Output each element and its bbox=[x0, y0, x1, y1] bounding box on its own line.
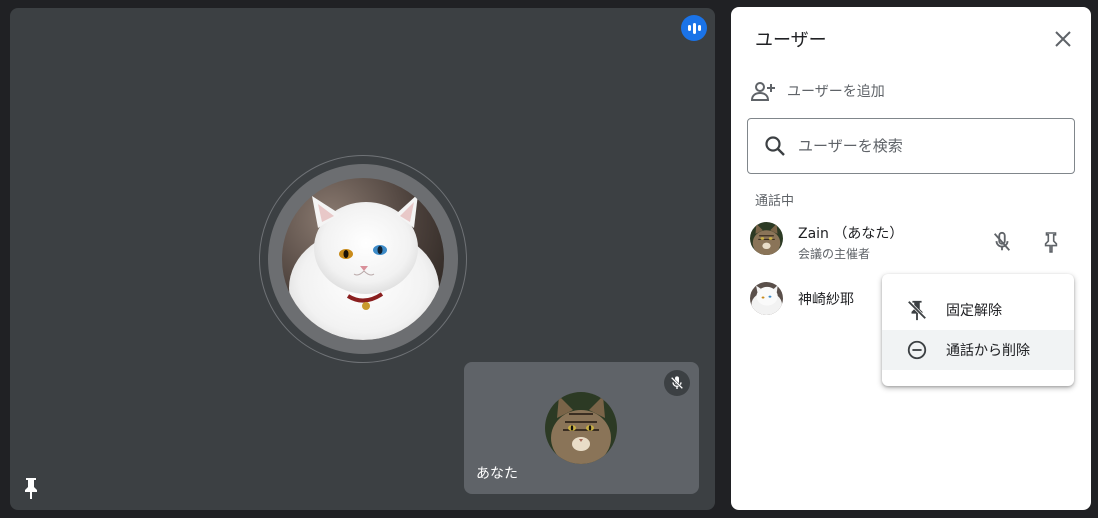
remove-circle-icon bbox=[907, 340, 927, 360]
search-input[interactable] bbox=[798, 137, 1038, 155]
participant-name: 神崎紗耶 bbox=[798, 292, 854, 308]
in-call-section-label: 通話中 bbox=[755, 194, 795, 209]
search-icon bbox=[765, 136, 785, 156]
self-video-tile[interactable]: あなた bbox=[464, 362, 699, 494]
tabby-cat-avatar bbox=[750, 222, 783, 255]
video-grid: あなた bbox=[10, 8, 715, 510]
menu-item-label: 固定解除 bbox=[946, 303, 1002, 319]
participant-options-menu: 固定解除 通話から削除 bbox=[882, 274, 1074, 386]
speaking-indicator-icon bbox=[681, 15, 707, 41]
pin-icon[interactable] bbox=[21, 476, 41, 500]
self-tile-label: あなた bbox=[476, 466, 518, 482]
people-panel: ユーザー ユーザーを追加 通話中 bbox=[731, 7, 1091, 510]
white-persian-cat-avatar bbox=[750, 282, 783, 315]
person-add-icon bbox=[751, 82, 775, 101]
pin-icon[interactable] bbox=[1037, 228, 1065, 256]
menu-item-unpin[interactable]: 固定解除 bbox=[882, 290, 1074, 330]
panel-title: ユーザー bbox=[755, 30, 827, 51]
add-user-button[interactable]: ユーザーを追加 bbox=[751, 79, 885, 103]
close-panel-button[interactable] bbox=[1049, 25, 1077, 53]
menu-item-remove-from-call[interactable]: 通話から削除 bbox=[882, 330, 1074, 370]
add-user-label: ユーザーを追加 bbox=[787, 84, 885, 100]
main-speaker-tile[interactable] bbox=[259, 155, 467, 363]
white-persian-cat-avatar bbox=[282, 178, 444, 340]
participant-name: Zain （あなた） bbox=[798, 226, 904, 242]
mic-off-icon bbox=[664, 370, 690, 396]
participant-row: Zain （あなた） 会議の主催者 bbox=[750, 215, 1080, 263]
mic-off-icon[interactable] bbox=[988, 228, 1016, 256]
unpin-icon bbox=[907, 300, 927, 321]
menu-item-label: 通話から削除 bbox=[946, 343, 1030, 359]
tabby-cat-avatar bbox=[545, 392, 617, 464]
close-icon bbox=[1055, 31, 1071, 47]
participant-role: 会議の主催者 bbox=[798, 247, 871, 261]
meet-stage: あなた ユーザー ユーザーを追加 ユーザーを検索 通話中 Zain （あなた） … bbox=[0, 0, 1098, 518]
search-field[interactable] bbox=[747, 118, 1075, 174]
